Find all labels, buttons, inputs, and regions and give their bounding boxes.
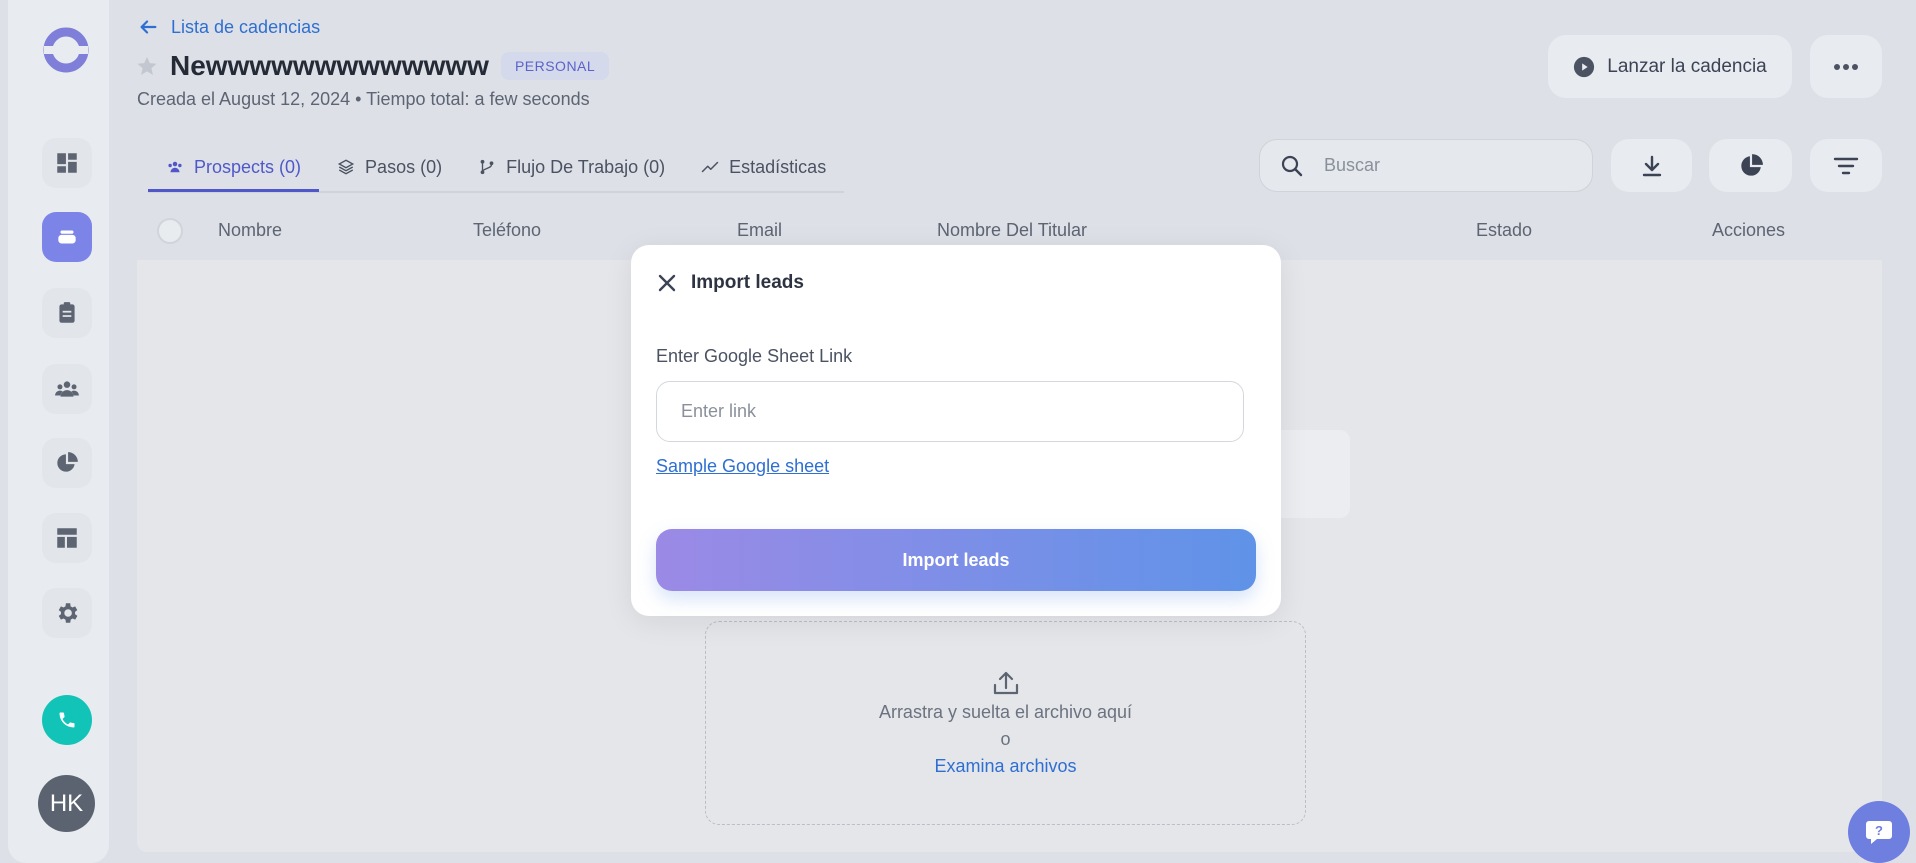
sidebar-item-cadences[interactable] xyxy=(42,212,92,262)
back-link[interactable]: Lista de cadencias xyxy=(137,16,320,38)
modal-header: Import leads xyxy=(657,272,804,294)
call-button[interactable] xyxy=(42,695,92,745)
close-icon[interactable] xyxy=(657,273,677,293)
browse-files-link[interactable]: Examina archivos xyxy=(934,756,1076,777)
sample-google-sheet-link[interactable]: Sample Google sheet xyxy=(656,456,829,477)
ellipsis-icon xyxy=(1834,63,1858,70)
sidebar-item-templates[interactable] xyxy=(42,513,92,563)
upload-icon xyxy=(993,671,1018,694)
tab-prospects-label: Prospects (0) xyxy=(194,156,302,177)
tab-statistics[interactable]: Estadísticas xyxy=(683,145,844,189)
svg-text:?: ? xyxy=(1875,823,1883,838)
dashboard-icon xyxy=(57,153,77,173)
avatar-initials: HK xyxy=(49,789,84,817)
tab-statistics-label: Estadísticas xyxy=(729,156,827,177)
layout-icon xyxy=(57,528,77,548)
clipboard-icon xyxy=(59,302,75,323)
launch-cadence-label: Lanzar la cadencia xyxy=(1607,55,1767,77)
search-box xyxy=(1259,139,1593,192)
pie-chart-icon xyxy=(1740,153,1763,176)
gear-icon xyxy=(58,603,78,623)
column-header-phone[interactable]: Teléfono xyxy=(473,220,541,241)
column-header-email[interactable]: Email xyxy=(737,220,782,241)
search-icon xyxy=(1281,155,1303,176)
star-icon[interactable] xyxy=(136,55,158,77)
filter-button[interactable] xyxy=(1810,139,1882,192)
more-options-button[interactable] xyxy=(1810,35,1882,98)
search-input[interactable] xyxy=(1322,154,1556,177)
sidebar-item-tasks[interactable] xyxy=(42,288,92,338)
column-header-owner[interactable]: Nombre Del Titular xyxy=(937,220,1087,241)
tab-prospects[interactable]: Prospects (0) xyxy=(148,145,320,192)
page-subtitle: Creada el August 12, 2024 • Tiempo total… xyxy=(137,89,590,109)
modal-title: Import leads xyxy=(691,272,804,293)
chat-question-icon: ? xyxy=(1866,821,1892,844)
layers-icon xyxy=(337,159,355,175)
download-button[interactable] xyxy=(1611,139,1692,192)
tab-workflow[interactable]: Flujo De Trabajo (0) xyxy=(460,145,683,189)
page-title: Newwwwwwwwwwwww xyxy=(170,50,489,81)
column-header-status[interactable]: Estado xyxy=(1476,220,1532,241)
sidebar-item-people[interactable] xyxy=(42,364,92,414)
people-icon xyxy=(55,381,79,397)
phone-icon xyxy=(59,712,75,728)
dropzone-instruction: Arrastra y suelta el archivo aquí xyxy=(878,701,1133,722)
filter-icon xyxy=(1833,157,1859,174)
sidebar: HK xyxy=(8,0,109,863)
select-all-checkbox[interactable] xyxy=(157,218,183,244)
trend-icon xyxy=(701,161,719,173)
stack-icon xyxy=(58,230,76,244)
pie-chart-icon xyxy=(57,452,78,472)
download-icon xyxy=(1642,155,1661,176)
tab-workflow-label: Flujo De Trabajo (0) xyxy=(506,156,666,177)
google-sheet-link-input[interactable] xyxy=(656,381,1244,442)
tab-bar: Prospects (0) Pasos (0) Flujo De Trabajo… xyxy=(148,145,845,193)
stats-button[interactable] xyxy=(1709,139,1792,192)
google-sheet-link-label: Enter Google Sheet Link xyxy=(656,346,853,366)
dropzone-or: o xyxy=(1000,728,1011,749)
play-circle-icon xyxy=(1574,56,1595,77)
help-chat-button[interactable]: ? xyxy=(1848,801,1910,863)
sidebar-item-dashboard[interactable] xyxy=(42,138,92,188)
column-header-actions[interactable]: Acciones xyxy=(1712,220,1785,241)
avatar[interactable]: HK xyxy=(38,775,95,832)
import-leads-button[interactable]: Import leads xyxy=(656,529,1256,591)
tab-steps[interactable]: Pasos (0) xyxy=(319,145,460,189)
arrow-left-icon xyxy=(140,20,157,34)
file-dropzone[interactable]: Arrastra y suelta el archivo aquí o Exam… xyxy=(705,621,1306,825)
column-header-name[interactable]: Nombre xyxy=(218,220,282,241)
title-row: Newwwwwwwwwwwww PERSONAL xyxy=(136,50,610,82)
launch-cadence-button[interactable]: Lanzar la cadencia xyxy=(1548,35,1792,98)
status-badge: PERSONAL xyxy=(500,52,610,80)
tab-steps-label: Pasos (0) xyxy=(365,156,443,177)
people-icon xyxy=(168,161,182,173)
sidebar-item-reports[interactable] xyxy=(42,438,92,488)
sidebar-item-settings[interactable] xyxy=(42,588,92,638)
branch-icon xyxy=(480,159,494,175)
import-leads-modal: Import leads Enter Google Sheet Link Sam… xyxy=(631,245,1281,616)
app-logo[interactable] xyxy=(42,26,90,74)
back-link-label: Lista de cadencias xyxy=(171,16,321,37)
